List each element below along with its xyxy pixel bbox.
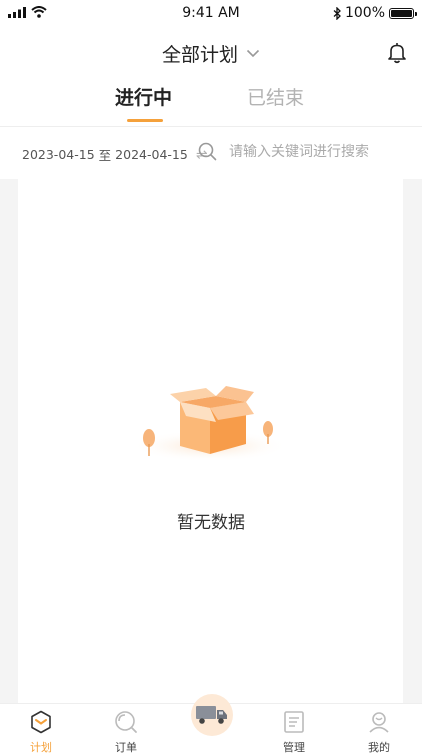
- profile-icon: [369, 712, 389, 733]
- status-right: 100%: [333, 5, 417, 21]
- tab-in-progress[interactable]: 进行中: [115, 83, 172, 110]
- plan-icon: [31, 710, 51, 734]
- filter-bar: 2023-04-15 至 2024-04-15 ⇌ 请输入关键词进行搜索: [0, 127, 422, 179]
- search-icon: [198, 142, 217, 160]
- tabbar-item-plan[interactable]: 计划: [11, 710, 71, 755]
- date-separator: 至: [98, 148, 112, 163]
- date-end: 2024-04-15: [115, 147, 188, 162]
- truck-icon: [196, 706, 227, 724]
- tabbar-item-order[interactable]: 订单: [96, 710, 156, 755]
- tabbar-label-order: 订单: [115, 741, 137, 754]
- bluetooth-icon: [333, 6, 341, 20]
- battery-percent: 100%: [344, 5, 385, 21]
- chevron-down-icon: [246, 49, 260, 58]
- battery-fill: [391, 9, 412, 17]
- date-range-picker[interactable]: 2023-04-15 至 2024-04-15 ⇌: [22, 145, 208, 164]
- empty-state-text: 暂无数据: [177, 513, 245, 533]
- tabbar-item-dispatch[interactable]: [191, 694, 233, 736]
- tabbar-label-plan: 计划: [30, 741, 52, 754]
- header: 全部计划: [0, 30, 422, 74]
- order-icon: [115, 711, 137, 733]
- plan-selector[interactable]: 全部计划: [0, 40, 422, 67]
- active-tab-indicator: [127, 119, 163, 122]
- tab-ended[interactable]: 已结束: [247, 83, 304, 110]
- tabbar-label-profile: 我的: [368, 741, 390, 754]
- battery-tip: [415, 11, 417, 16]
- status-tabs: 进行中 已结束: [0, 78, 422, 124]
- tabbar-label-manage: 管理: [283, 741, 305, 754]
- status-bar: 9:41 AM 100%: [0, 0, 422, 28]
- tabbar-item-manage[interactable]: 管理: [264, 710, 324, 755]
- search-placeholder: 请输入关键词进行搜索: [229, 144, 369, 160]
- plan-title: 全部计划: [161, 44, 238, 66]
- empty-box-icon: [132, 386, 288, 462]
- manage-icon: [284, 711, 304, 733]
- bell-icon[interactable]: [387, 42, 407, 64]
- tabbar-item-profile[interactable]: 我的: [349, 710, 409, 755]
- battery-icon: [389, 7, 417, 19]
- date-start: 2023-04-15: [22, 147, 95, 162]
- search-input[interactable]: 请输入关键词进行搜索: [198, 141, 369, 161]
- bottom-tab-bar: 计划 订单 管理 我的: [0, 694, 422, 754]
